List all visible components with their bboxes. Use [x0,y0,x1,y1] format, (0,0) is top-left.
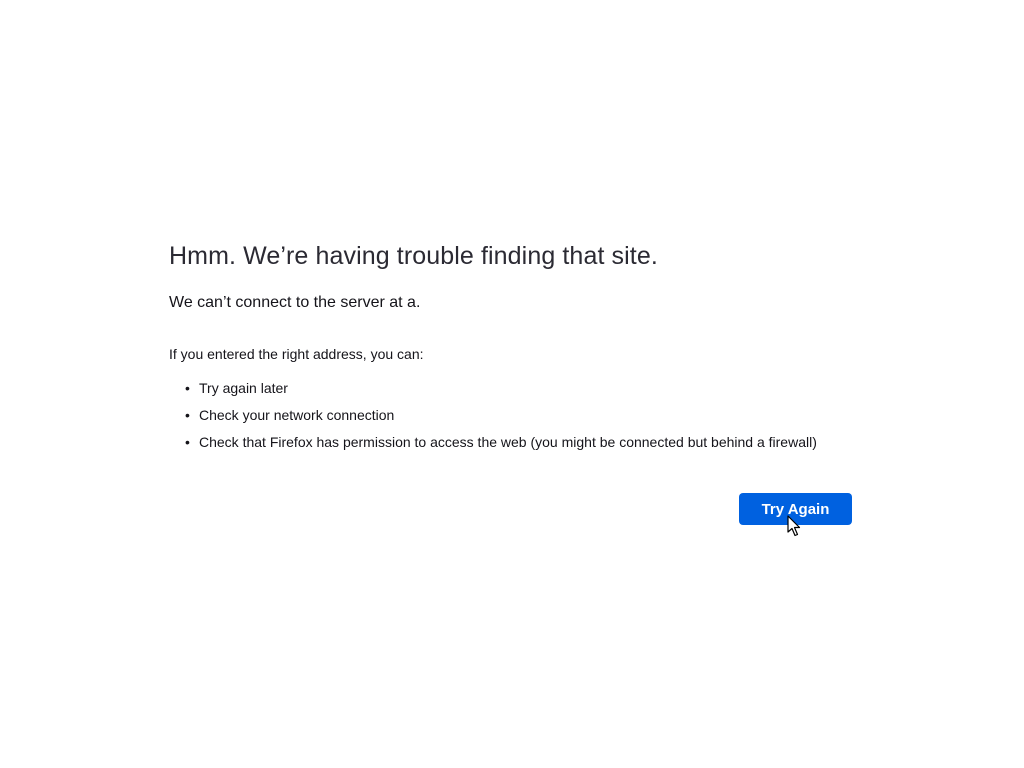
try-again-button[interactable]: Try Again [739,493,852,525]
bullet: • [185,434,190,450]
button-row: Try Again [739,493,852,525]
suggestions-list: • Try again later • Check your network c… [169,378,869,459]
suggestion-item: • Check your network connection [169,405,869,432]
suggestions-intro: If you entered the right address, you ca… [169,346,424,362]
suggestion-item: • Check that Firefox has permission to a… [169,432,869,459]
error-page: Hmm. We’re having trouble finding that s… [169,238,869,459]
error-subtitle: We can’t connect to the server at a. [169,294,421,311]
suggestion-text: Check that Firefox has permission to acc… [199,434,817,450]
error-title: Hmm. We’re having trouble finding that s… [169,242,658,270]
suggestion-text: Try again later [199,380,288,396]
suggestion-text: Check your network connection [199,407,395,423]
bullet: • [185,407,190,423]
suggestion-item: • Try again later [169,378,869,405]
bullet: • [185,380,190,396]
